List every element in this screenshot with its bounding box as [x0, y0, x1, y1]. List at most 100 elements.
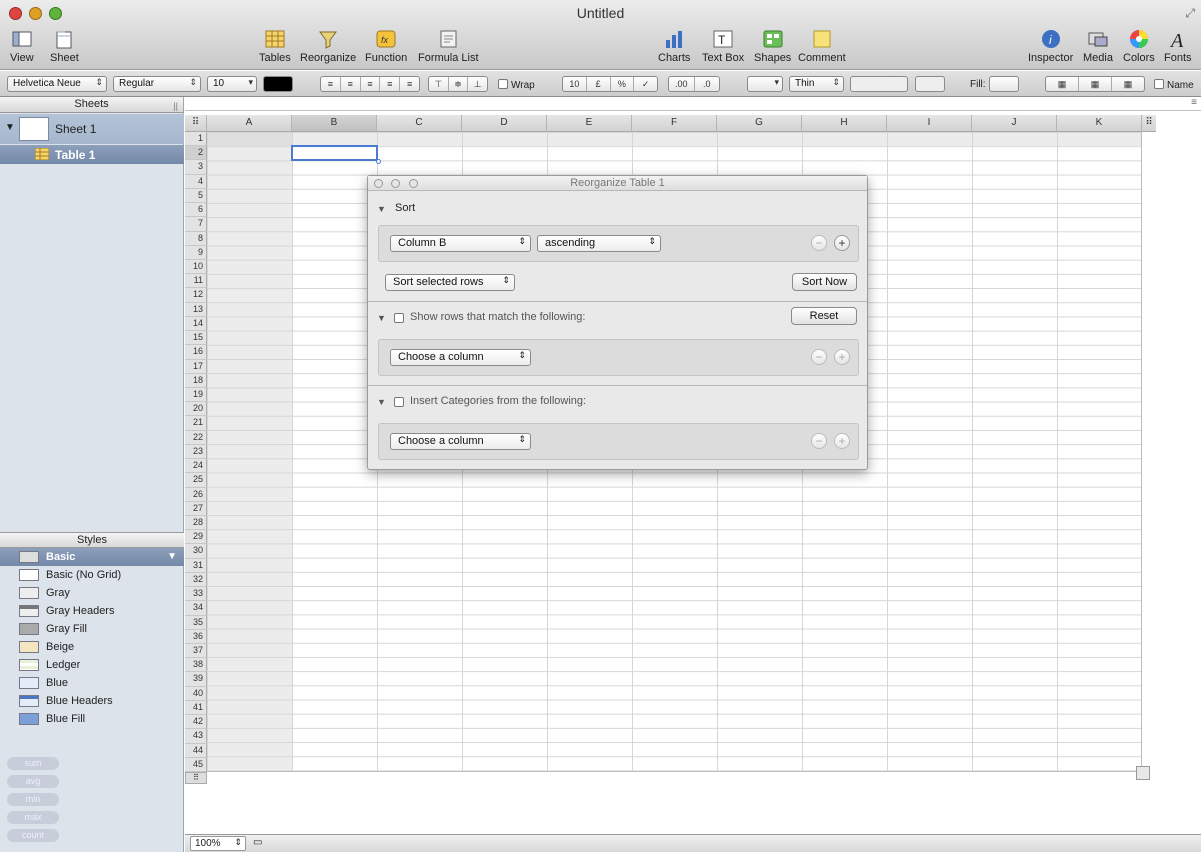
row-header[interactable]: 27 — [185, 501, 207, 516]
row-header[interactable]: 24 — [185, 459, 207, 474]
style-item[interactable]: Gray Headers — [0, 602, 184, 620]
close-panel-button[interactable] — [374, 179, 383, 188]
view-button[interactable]: View — [10, 28, 34, 64]
filter-disclosure-icon[interactable]: ▼ — [377, 313, 386, 323]
row-header[interactable]: 44 — [185, 743, 207, 758]
column-header[interactable]: A — [207, 115, 292, 132]
remove-filter-rule-button[interactable]: − — [811, 349, 827, 365]
charts-button[interactable]: Charts — [658, 28, 690, 64]
selected-cell[interactable] — [291, 145, 378, 161]
reorganize-button[interactable]: Reorganize — [300, 28, 356, 64]
vertical-alignment-buttons[interactable]: ⊤ ≑ ⊥ — [428, 76, 488, 92]
checkbox-format-button[interactable]: ✓ — [634, 77, 657, 91]
add-row-handle[interactable]: ⠿ — [185, 772, 207, 784]
row-header[interactable]: 11 — [185, 274, 207, 289]
align-middle-icon[interactable]: ≑ — [449, 77, 469, 91]
row-header[interactable]: 43 — [185, 729, 207, 744]
stroke-type-select[interactable] — [850, 76, 908, 92]
row-header[interactable]: 16 — [185, 345, 207, 360]
decrease-decimal-button[interactable]: .0 — [695, 77, 720, 91]
add-column-handle[interactable]: ⠿ — [1142, 115, 1156, 132]
colors-button[interactable]: Colors — [1123, 28, 1155, 64]
row-header[interactable]: 34 — [185, 601, 207, 616]
style-item[interactable]: Gray Fill — [0, 620, 184, 638]
formula-list-button[interactable]: Formula List — [418, 28, 479, 64]
fonts-button[interactable]: A Fonts — [1164, 28, 1192, 64]
inspector-button[interactable]: i Inspector — [1028, 28, 1073, 64]
add-sort-rule-button[interactable]: + — [834, 235, 850, 251]
chevron-down-icon[interactable]: ▼ — [167, 548, 177, 566]
style-item[interactable]: Beige — [0, 638, 184, 656]
row-header[interactable]: 26 — [185, 487, 207, 502]
disclosure-triangle-icon[interactable]: ▼ — [5, 122, 15, 133]
row-header[interactable]: 45 — [185, 757, 207, 772]
stroke-width-select[interactable]: Thin ⇕ — [789, 76, 844, 92]
media-button[interactable]: Media — [1083, 28, 1113, 64]
column-header[interactable]: F — [632, 115, 717, 132]
filter-column-select[interactable]: Choose a column ⇕ — [390, 349, 531, 366]
number-format-button[interactable]: 10 — [563, 77, 587, 91]
font-size-select[interactable]: 10 ▾ — [207, 76, 257, 92]
row-header[interactable]: 6 — [185, 203, 207, 218]
name-check[interactable] — [1154, 79, 1164, 89]
percent-format-button[interactable]: % — [611, 77, 635, 91]
row-header[interactable]: 21 — [185, 416, 207, 431]
row-header[interactable]: 18 — [185, 373, 207, 388]
row-header[interactable]: 28 — [185, 516, 207, 531]
number-format-buttons[interactable]: 10 £% ✓ — [562, 76, 658, 92]
table-resize-handle[interactable] — [1136, 766, 1150, 780]
remove-sort-rule-button[interactable]: − — [811, 235, 827, 251]
categories-disclosure-icon[interactable]: ▼ — [377, 397, 386, 407]
function-button[interactable]: fx Function — [365, 28, 407, 64]
row-header[interactable]: 8 — [185, 231, 207, 246]
page-view-icon[interactable]: ▭ — [253, 837, 262, 848]
fill-handle[interactable] — [376, 159, 381, 164]
align-bottom-icon[interactable]: ⊥ — [468, 77, 487, 91]
column-header[interactable]: D — [462, 115, 547, 132]
row-header[interactable]: 25 — [185, 473, 207, 488]
shapes-button[interactable]: Shapes — [754, 28, 791, 64]
remove-category-button[interactable]: − — [811, 433, 827, 449]
filter-checkbox[interactable] — [394, 313, 404, 323]
style-item[interactable]: Blue — [0, 674, 184, 692]
row-header[interactable]: 13 — [185, 302, 207, 317]
align-right-icon[interactable]: ≡ — [361, 77, 381, 91]
function-count[interactable]: count — [7, 829, 59, 842]
column-header[interactable]: I — [887, 115, 972, 132]
function-max[interactable]: max — [7, 811, 59, 824]
row-header[interactable]: 38 — [185, 658, 207, 673]
column-header[interactable]: J — [972, 115, 1057, 132]
row-header[interactable]: 35 — [185, 615, 207, 630]
align-center-icon[interactable]: ≡ — [341, 77, 361, 91]
text-color-well[interactable] — [263, 76, 293, 92]
fill-color-well[interactable] — [989, 76, 1019, 92]
row-header[interactable]: 41 — [185, 700, 207, 716]
row-header[interactable]: 42 — [185, 715, 207, 730]
align-justify-icon[interactable]: ≡ — [380, 77, 401, 91]
row-header[interactable]: 14 — [185, 316, 207, 332]
row-header[interactable]: 19 — [185, 388, 207, 403]
row-header[interactable]: 10 — [185, 260, 207, 275]
row-header[interactable]: 40 — [185, 686, 207, 701]
decimal-buttons[interactable]: .00.0 — [668, 76, 720, 92]
style-item[interactable]: Ledger — [0, 656, 184, 674]
row-header[interactable]: 36 — [185, 629, 207, 644]
function-sum[interactable]: sum — [7, 757, 59, 770]
add-filter-rule-button[interactable]: + — [834, 349, 850, 365]
table-layout-buttons[interactable]: ▦ ▦ ▦ — [1045, 76, 1145, 92]
row-header[interactable]: 1 — [185, 132, 207, 147]
align-left-icon[interactable]: ≡ — [321, 77, 341, 91]
align-auto-icon[interactable]: ≡ — [400, 77, 419, 91]
row-header[interactable]: 37 — [185, 644, 207, 659]
column-header[interactable]: G — [717, 115, 802, 132]
column-header[interactable]: K — [1057, 115, 1142, 132]
row-header[interactable]: 9 — [185, 245, 207, 260]
sort-scope-select[interactable]: Sort selected rows ⇕ — [385, 274, 515, 291]
sidebar-item-table[interactable]: Table 1 — [0, 145, 184, 164]
row-header[interactable]: 29 — [185, 530, 207, 545]
reset-button[interactable]: Reset — [791, 307, 857, 325]
align-top-icon[interactable]: ⊤ — [429, 77, 449, 91]
sort-disclosure-icon[interactable]: ▼ — [377, 204, 386, 214]
border-style-select[interactable]: ▾ — [747, 76, 783, 92]
row-header[interactable]: 33 — [185, 587, 207, 602]
